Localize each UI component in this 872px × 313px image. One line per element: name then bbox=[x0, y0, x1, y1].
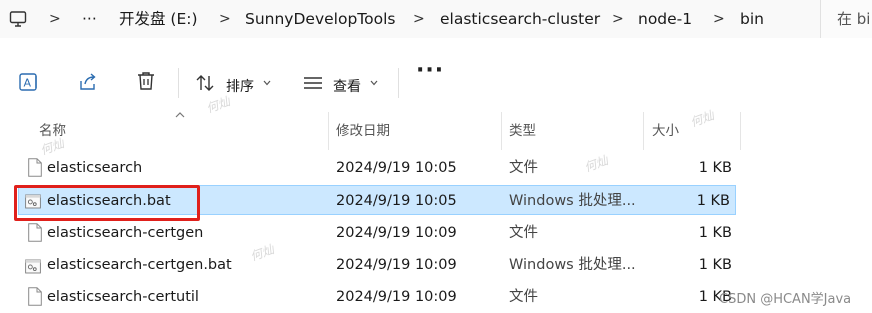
search-placeholder: 在 bi bbox=[837, 10, 871, 28]
chevron-down-icon bbox=[370, 80, 378, 86]
file-name[interactable]: elasticsearch-certutil bbox=[47, 282, 199, 312]
generic-file-icon bbox=[28, 287, 42, 306]
file-modified: 2024/9/19 10:09 bbox=[336, 225, 457, 241]
breadcrumb-sunnydeveloptools[interactable]: SunnyDevelopTools bbox=[245, 0, 395, 38]
file-row[interactable]: elasticsearch-certutil 2024/9/19 10:09 文件 1… bbox=[18, 282, 736, 312]
file-type: Windows 批处理... bbox=[509, 257, 636, 273]
breadcrumb-drive[interactable]: 开发盘 (E:) bbox=[119, 0, 198, 38]
breadcrumb[interactable]: > ··· > 开发盘 (E:) > SunnyDevelopTools > e… bbox=[0, 0, 810, 38]
breadcrumb-more[interactable]: ··· bbox=[82, 0, 97, 38]
chevron-right-icon[interactable]: > bbox=[612, 0, 624, 38]
file-type: 文件 bbox=[509, 225, 538, 241]
column-divider[interactable] bbox=[501, 112, 502, 150]
share-icon[interactable] bbox=[77, 71, 99, 93]
chevron-right-icon[interactable]: > bbox=[219, 0, 231, 38]
csdn-watermark: CSDN @HCAN学Java bbox=[719, 292, 852, 307]
breadcrumb-elasticsearch-cluster[interactable]: elasticsearch-cluster bbox=[440, 0, 600, 38]
file-type: 文件 bbox=[509, 160, 538, 176]
file-name[interactable]: elasticsearch-certgen bbox=[47, 218, 203, 248]
file-row[interactable]: elasticsearch-certgen.bat 2024/9/19 10:09… bbox=[18, 250, 736, 280]
file-row[interactable]: elasticsearch 2024/9/19 10:05 文件 1 KB bbox=[18, 153, 736, 183]
file-size: 1 KB bbox=[698, 225, 732, 241]
chevron-right-icon[interactable]: > bbox=[413, 0, 425, 38]
file-modified: 2024/9/19 10:09 bbox=[336, 257, 457, 273]
address-bar: > ··· > 开发盘 (E:) > SunnyDevelopTools > e… bbox=[0, 0, 872, 39]
chevron-right-icon[interactable]: > bbox=[713, 0, 725, 38]
column-header-modified[interactable]: 修改日期 bbox=[336, 112, 390, 150]
breadcrumb-bin[interactable]: bin bbox=[740, 0, 764, 38]
column-divider[interactable] bbox=[740, 112, 741, 150]
file-row[interactable]: elasticsearch-certgen 2024/9/19 10:09 文件 1 … bbox=[18, 218, 736, 248]
column-header-type[interactable]: 类型 bbox=[509, 112, 536, 150]
toolbar-divider bbox=[398, 68, 399, 98]
file-size: 1 KB bbox=[698, 160, 732, 176]
column-divider[interactable] bbox=[328, 112, 329, 150]
highlight-box bbox=[14, 185, 200, 221]
file-modified: 2024/9/19 10:09 bbox=[336, 289, 457, 305]
sort-button[interactable]: 排序 bbox=[195, 60, 275, 95]
chevron-right-icon[interactable]: > bbox=[49, 0, 61, 38]
view-list-icon bbox=[304, 77, 322, 89]
column-divider[interactable] bbox=[643, 112, 644, 150]
rename-icon[interactable]: A bbox=[18, 71, 40, 93]
view-button[interactable]: 查看 bbox=[303, 60, 383, 95]
generic-file-icon bbox=[28, 158, 42, 177]
sort-label: 排序 bbox=[226, 79, 254, 95]
file-name[interactable]: elasticsearch-certgen.bat bbox=[47, 250, 232, 280]
command-bar: A 排序 查看 ··· bbox=[0, 38, 872, 110]
delete-icon[interactable] bbox=[135, 70, 157, 92]
chevron-down-icon bbox=[263, 80, 271, 86]
svg-text:A: A bbox=[24, 77, 32, 90]
batch-file-icon bbox=[25, 259, 41, 274]
file-size: 1 KB bbox=[696, 193, 730, 209]
more-options-icon[interactable]: ··· bbox=[416, 58, 444, 83]
column-header-row: 名称 修改日期 类型 大小 bbox=[0, 112, 872, 150]
file-type: Windows 批处理... bbox=[509, 193, 636, 209]
file-modified: 2024/9/19 10:05 bbox=[336, 160, 457, 176]
generic-file-icon bbox=[28, 223, 42, 242]
file-modified: 2024/9/19 10:05 bbox=[336, 193, 457, 209]
sort-icon bbox=[196, 75, 214, 91]
column-header-size[interactable]: 大小 bbox=[652, 112, 679, 150]
file-type: 文件 bbox=[509, 289, 538, 305]
breadcrumb-node-1[interactable]: node-1 bbox=[638, 0, 692, 38]
search-input[interactable]: 在 bi bbox=[820, 0, 872, 38]
computer-icon[interactable] bbox=[9, 10, 27, 28]
toolbar-divider bbox=[178, 68, 179, 98]
file-size: 1 KB bbox=[698, 257, 732, 273]
view-label: 查看 bbox=[333, 79, 361, 95]
file-name[interactable]: elasticsearch bbox=[47, 153, 142, 183]
